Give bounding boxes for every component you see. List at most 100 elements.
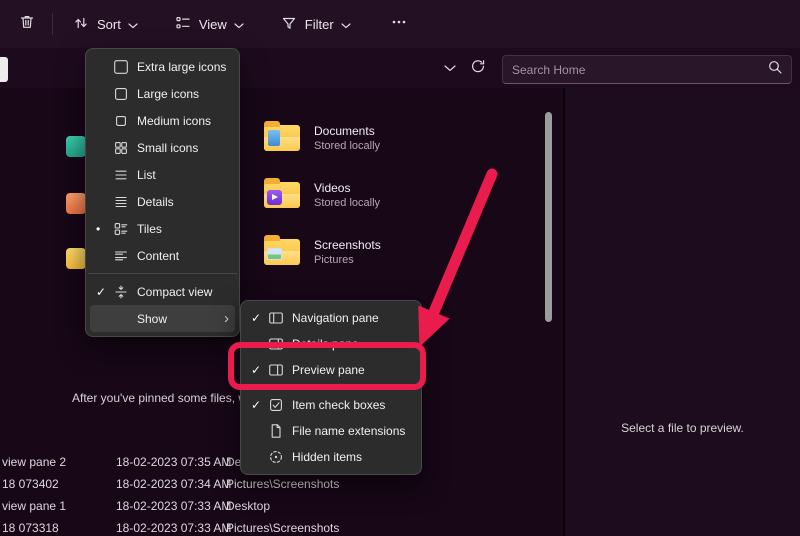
toolbar-separator bbox=[52, 13, 53, 35]
menu-item-small-icons[interactable]: Small icons bbox=[90, 134, 235, 161]
filter-funnel-icon bbox=[280, 14, 298, 35]
file-name: view pane 2 bbox=[0, 455, 116, 469]
file-explorer-window: Sort View Filter bbox=[0, 0, 800, 536]
filter-button[interactable]: Filter bbox=[269, 8, 362, 40]
small-icons-icon bbox=[113, 140, 137, 156]
submenu-item-file-name-extensions[interactable]: File name extensions bbox=[245, 418, 417, 444]
file-date: 18-02-2023 07:33 AM bbox=[116, 499, 226, 513]
file-name: 18 073318 bbox=[0, 521, 116, 535]
check-marker: ✓ bbox=[96, 285, 113, 299]
menu-item-label: Compact view bbox=[137, 285, 229, 299]
scrollbar-thumb[interactable] bbox=[545, 112, 552, 322]
menu-item-label: File name extensions bbox=[292, 424, 411, 438]
delete-button[interactable] bbox=[10, 8, 44, 40]
search-icon bbox=[768, 60, 782, 79]
search-input[interactable] bbox=[512, 63, 760, 77]
file-name: 18 073402 bbox=[0, 477, 116, 491]
submenu-item-navigation-pane[interactable]: ✓ Navigation pane bbox=[245, 305, 417, 331]
menu-item-tiles[interactable]: • Tiles bbox=[90, 215, 235, 242]
menu-separator bbox=[88, 273, 237, 274]
view-button-label: View bbox=[199, 17, 227, 32]
menu-item-label: Medium icons bbox=[137, 114, 229, 128]
chevron-down-icon bbox=[341, 17, 351, 32]
menu-item-label: Tiles bbox=[137, 222, 229, 236]
submenu-item-item-check-boxes[interactable]: ✓ Item check boxes bbox=[245, 392, 417, 418]
menu-item-large-icons[interactable]: Large icons bbox=[90, 80, 235, 107]
file-location: Pictures\Screenshots bbox=[226, 477, 560, 491]
folder-tile-partial[interactable] bbox=[66, 136, 86, 157]
extra-large-icons-icon bbox=[113, 59, 137, 75]
menu-item-label: Small icons bbox=[137, 141, 229, 155]
file-date: 18-02-2023 07:34 AM bbox=[116, 477, 226, 491]
list-icon bbox=[113, 167, 137, 183]
search-box bbox=[502, 55, 792, 84]
folder-tile-partial[interactable] bbox=[66, 193, 86, 214]
menu-item-label: List bbox=[137, 168, 229, 182]
file-row[interactable]: view pane 1 18-02-2023 07:33 AM Desktop bbox=[0, 496, 560, 516]
menu-item-label: Hidden items bbox=[292, 450, 411, 464]
folder-tile-partial[interactable] bbox=[66, 248, 86, 269]
submenu-arrow-icon: › bbox=[224, 311, 229, 326]
chevron-down-icon bbox=[128, 17, 138, 32]
menu-item-compact-view[interactable]: ✓ Compact view bbox=[90, 278, 235, 305]
see-more-icon bbox=[390, 13, 408, 36]
documents-folder-icon bbox=[264, 125, 300, 151]
preview-placeholder-text: Select a file to preview. bbox=[565, 421, 800, 435]
file-date: 18-02-2023 07:33 AM bbox=[116, 521, 226, 535]
file-row[interactable]: 18 073318 18-02-2023 07:33 AM Pictures\S… bbox=[0, 518, 560, 536]
screenshots-folder-icon bbox=[264, 239, 300, 265]
file-name: view pane 1 bbox=[0, 499, 116, 513]
sort-arrows-icon bbox=[72, 14, 90, 35]
menu-item-show[interactable]: Show › bbox=[90, 305, 235, 332]
folder-item-documents[interactable]: Documents Stored locally bbox=[264, 120, 494, 156]
sort-button-label: Sort bbox=[97, 17, 121, 32]
address-dropdown-button[interactable] bbox=[438, 56, 462, 80]
menu-item-label: Item check boxes bbox=[292, 398, 411, 412]
preview-pane: Select a file to preview. bbox=[565, 88, 800, 536]
file-date: 18-02-2023 07:35 AM bbox=[116, 455, 226, 469]
folder-name: Screenshots bbox=[314, 238, 381, 252]
menu-item-extra-large-icons[interactable]: Extra large icons bbox=[90, 53, 235, 80]
large-icons-icon bbox=[113, 86, 137, 102]
chevron-down-icon bbox=[234, 17, 244, 32]
check-marker: ✓ bbox=[251, 311, 268, 325]
menu-item-list[interactable]: List bbox=[90, 161, 235, 188]
folder-subtitle: Stored locally bbox=[314, 197, 380, 209]
folder-name: Videos bbox=[314, 181, 380, 195]
file-location: Pictures\Screenshots bbox=[226, 521, 560, 535]
address-bar-fragment bbox=[0, 57, 8, 82]
menu-item-label: Content bbox=[137, 249, 229, 263]
menu-item-details[interactable]: Details bbox=[90, 188, 235, 215]
compact-view-icon bbox=[113, 284, 137, 300]
pinned-files-hint: After you've pinned some files, we'll bbox=[72, 391, 261, 405]
content-icon bbox=[113, 248, 137, 264]
refresh-button[interactable] bbox=[466, 56, 490, 80]
file-name-extensions-icon bbox=[268, 423, 292, 439]
file-location: Desktop bbox=[226, 499, 560, 513]
menu-item-medium-icons[interactable]: Medium icons bbox=[90, 107, 235, 134]
tiles-icon bbox=[113, 221, 137, 237]
view-grid-icon bbox=[174, 14, 192, 35]
sort-button[interactable]: Sort bbox=[61, 8, 149, 40]
folder-subtitle: Pictures bbox=[314, 254, 381, 266]
menu-item-label: Large icons bbox=[137, 87, 229, 101]
view-button[interactable]: View bbox=[163, 8, 255, 40]
selected-marker: • bbox=[96, 222, 113, 236]
details-icon bbox=[113, 194, 137, 210]
chevron-down-icon bbox=[444, 59, 456, 77]
refresh-icon bbox=[470, 58, 486, 79]
menu-item-label: Extra large icons bbox=[137, 60, 229, 74]
menu-item-content[interactable]: Content bbox=[90, 242, 235, 269]
menu-item-label: Show bbox=[137, 312, 224, 326]
filter-button-label: Filter bbox=[305, 17, 334, 32]
menu-item-label: Details bbox=[137, 195, 229, 209]
navigation-pane-icon bbox=[268, 310, 292, 326]
view-dropdown-menu: Extra large icons Large icons Medium ico… bbox=[85, 48, 240, 337]
submenu-item-hidden-items[interactable]: Hidden items bbox=[245, 444, 417, 470]
check-marker: ✓ bbox=[251, 398, 268, 412]
command-bar: Sort View Filter bbox=[0, 0, 800, 48]
folder-subtitle: Stored locally bbox=[314, 140, 380, 152]
file-row[interactable]: 18 073402 18-02-2023 07:34 AM Pictures\S… bbox=[0, 474, 560, 494]
see-more-button[interactable] bbox=[382, 8, 416, 40]
trash-icon bbox=[18, 13, 36, 36]
